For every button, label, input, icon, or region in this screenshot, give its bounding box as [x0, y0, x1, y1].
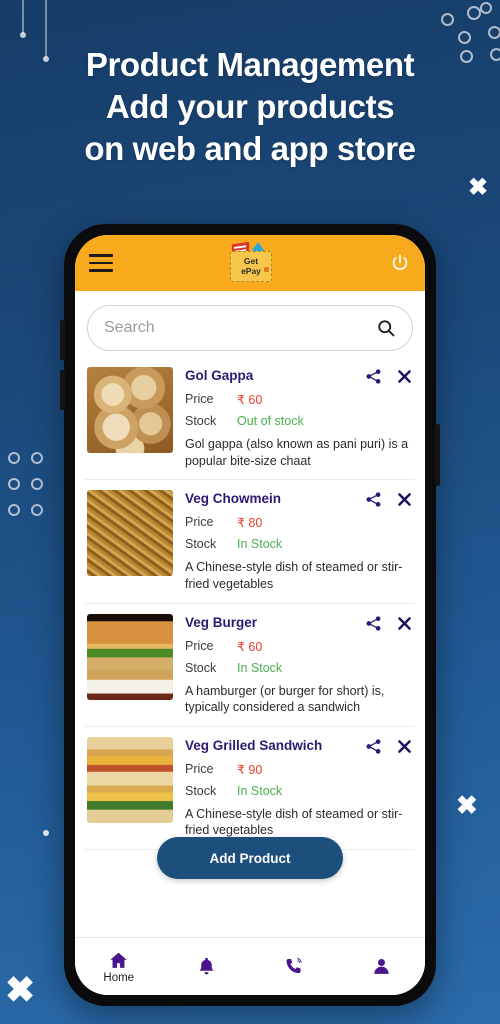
product-name: Veg Grilled Sandwich: [185, 737, 323, 753]
app-bar: Get ePay: [75, 235, 425, 291]
product-name: Veg Chowmein: [185, 491, 282, 507]
decor-ring: [31, 478, 43, 490]
phone-volume-up-button: [60, 320, 65, 360]
page-title: Product Management Add your products on …: [0, 44, 500, 171]
decor-x-mark: ✖: [468, 174, 489, 201]
product-description: A Chinese-style dish of steamed or stir-…: [185, 560, 403, 591]
decor-ring: [458, 31, 471, 44]
decor-ring: [31, 452, 43, 464]
product-name: Gol Gappa: [185, 368, 254, 383]
product-stock-status: In Stock: [237, 537, 283, 552]
product-price: ₹ 60: [237, 393, 263, 407]
product-description: Gol gappa (also known as pani puri) is a…: [185, 437, 409, 468]
product-price: ₹ 80: [237, 516, 263, 531]
close-icon[interactable]: [396, 491, 413, 508]
nav-item-profile[interactable]: [338, 956, 426, 977]
close-icon[interactable]: [396, 615, 413, 632]
decor-ring: [480, 2, 492, 14]
product-name: Veg Burger: [185, 614, 258, 630]
product-list-item[interactable]: Gol Gappa Price ₹ 60 Stock Out of stock Gol g…: [85, 357, 415, 481]
search-section: [75, 291, 425, 357]
share-icon[interactable]: [365, 738, 382, 755]
nav-item-home-label: Home: [103, 971, 135, 984]
share-icon[interactable]: [365, 615, 382, 632]
home-icon: [110, 952, 127, 968]
decor-vertical-line-1: [20, 0, 26, 38]
stock-label: Stock: [185, 783, 217, 798]
product-thumbnail: [87, 367, 173, 453]
headline-line-1: Product Management: [85, 46, 415, 83]
app-logo: Get ePay: [227, 241, 275, 284]
user-profile-icon: [374, 958, 389, 974]
nav-item-home[interactable]: Home: [75, 950, 163, 984]
phone-call-icon: [286, 958, 302, 974]
decor-ring: [441, 13, 454, 26]
price-label: Price: [185, 761, 214, 776]
decor-x-mark: ✖: [5, 969, 36, 1010]
decor-ring: [488, 26, 500, 39]
close-icon[interactable]: [396, 368, 413, 385]
search-bar[interactable]: [87, 305, 413, 351]
headline-line-3: on web and app store: [84, 130, 416, 168]
power-icon[interactable]: [389, 252, 411, 274]
add-product-button[interactable]: Add Product: [157, 837, 343, 879]
phone-screen: Get ePay Search Gol Gappa Price ₹ 60 Sto…: [75, 235, 425, 995]
product-thumbnail: [87, 736, 173, 823]
product-description: A hamburger (or burger for short) is, ty…: [185, 683, 385, 715]
share-icon[interactable]: [365, 368, 382, 385]
product-list-item[interactable]: Veg Grilled Sandwich Price ₹ 90 Stock In Sto…: [85, 727, 415, 850]
decor-dot: [43, 830, 49, 836]
notification-bell-icon: [199, 957, 214, 975]
decor-ring: [8, 452, 20, 464]
phone-mockup: Get ePay Search Gol Gappa Price ₹ 60 Sto…: [60, 224, 440, 1006]
product-stock-status: In Stock: [237, 660, 283, 675]
decor-ring: [467, 6, 481, 20]
price-label: Price: [185, 515, 214, 530]
price-label: Price: [185, 638, 214, 653]
share-icon[interactable]: [365, 491, 382, 508]
decor-ring: [31, 504, 43, 516]
headline-line-2: Add your products: [105, 88, 395, 126]
product-price: ₹ 60: [237, 639, 263, 654]
nav-item-notifications[interactable]: [163, 956, 251, 977]
hamburger-menu-icon[interactable]: [89, 254, 113, 272]
product-thumbnail: [87, 490, 173, 577]
stock-label: Stock: [185, 660, 217, 675]
product-stock-status: Out of stock: [237, 414, 304, 428]
nav-item-call[interactable]: [250, 956, 338, 977]
price-label: Price: [185, 392, 214, 406]
product-description: A Chinese-style dish of steamed or stir-…: [185, 806, 403, 838]
stock-label: Stock: [185, 414, 217, 428]
logo-chip-icon: [264, 267, 269, 272]
logo-card: Get ePay: [230, 251, 272, 282]
search-input[interactable]: [104, 319, 376, 337]
phone-volume-down-button: [60, 370, 65, 410]
decor-ring: [8, 504, 20, 516]
close-icon[interactable]: [396, 738, 413, 755]
logo-text-line-2: ePay: [241, 265, 261, 276]
product-list-item[interactable]: Veg Burger Price ₹ 60 Stock In Stock A hambur…: [85, 604, 415, 727]
phone-power-button: [435, 424, 440, 486]
product-price: ₹ 90: [237, 762, 263, 777]
bottom-navigation: Home: [75, 937, 425, 995]
promo-banner: ✖ ✖ ✖ Product Management Add your produc…: [0, 0, 500, 1024]
decor-ring: [8, 478, 20, 490]
product-list[interactable]: Gol Gappa Price ₹ 60 Stock Out of stock Gol g…: [75, 357, 425, 937]
search-icon[interactable]: [376, 318, 396, 338]
product-list-item[interactable]: Veg Chowmein Price ₹ 80 Stock In Stock A Chin…: [85, 480, 415, 604]
stock-label: Stock: [185, 537, 217, 552]
decor-x-mark: ✖: [456, 790, 478, 820]
product-stock-status: In Stock: [237, 783, 283, 798]
product-thumbnail: [87, 613, 173, 700]
